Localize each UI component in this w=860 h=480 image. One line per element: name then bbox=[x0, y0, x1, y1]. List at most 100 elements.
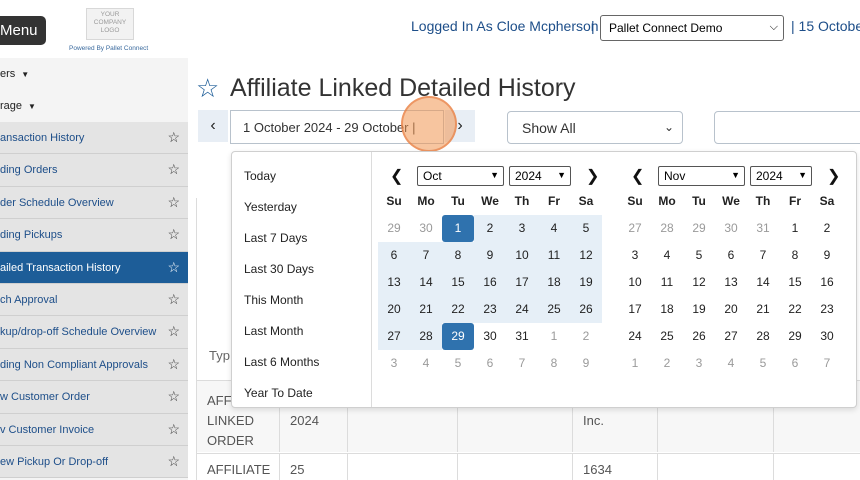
calendar-day[interactable]: 9 bbox=[811, 242, 843, 269]
calendar-day[interactable]: 31 bbox=[747, 215, 779, 242]
calendar-day[interactable]: 29 bbox=[442, 323, 474, 350]
calendar-day[interactable]: 1 bbox=[538, 323, 570, 350]
favourite-star-icon[interactable]: ☆ bbox=[196, 74, 219, 102]
calendar-day[interactable]: 23 bbox=[811, 296, 843, 323]
calendar-day[interactable]: 11 bbox=[538, 242, 570, 269]
calendar-day[interactable]: 10 bbox=[506, 242, 538, 269]
calendar-day[interactable]: 25 bbox=[651, 323, 683, 350]
table-row[interactable]: AFFILIATE 25 1634 bbox=[197, 453, 860, 480]
calendar-day[interactable]: 24 bbox=[506, 296, 538, 323]
year-select[interactable]: 2024 ▼ bbox=[750, 166, 812, 186]
sidebar-section-rage[interactable]: rage ▼ bbox=[0, 90, 188, 122]
next-month-button[interactable]: ❯ bbox=[586, 166, 599, 186]
calendar-day[interactable]: 28 bbox=[410, 323, 442, 350]
preset-range-item[interactable]: Last Month bbox=[244, 324, 303, 338]
month-select[interactable]: Oct ▼ bbox=[417, 166, 504, 186]
calendar-day[interactable]: 14 bbox=[747, 269, 779, 296]
calendar-day[interactable]: 16 bbox=[811, 269, 843, 296]
calendar-day[interactable]: 19 bbox=[570, 269, 602, 296]
star-icon[interactable]: ☆ bbox=[167, 129, 180, 146]
calendar-day[interactable]: 12 bbox=[683, 269, 715, 296]
sidebar-item[interactable]: kup/drop-off Schedule Overview ☆ bbox=[0, 316, 188, 349]
calendar-day[interactable]: 7 bbox=[506, 350, 538, 377]
month-select[interactable]: Nov ▼ bbox=[658, 166, 745, 186]
star-icon[interactable]: ☆ bbox=[167, 323, 180, 340]
calendar-day[interactable]: 29 bbox=[378, 215, 410, 242]
star-icon[interactable]: ☆ bbox=[167, 161, 180, 178]
calendar-day[interactable]: 6 bbox=[474, 350, 506, 377]
filter-select[interactable]: Show All ⌄ bbox=[507, 111, 683, 144]
calendar-day[interactable]: 21 bbox=[410, 296, 442, 323]
calendar-day[interactable]: 30 bbox=[811, 323, 843, 350]
calendar-day[interactable]: 10 bbox=[619, 269, 651, 296]
calendar-day[interactable]: 11 bbox=[651, 269, 683, 296]
year-select[interactable]: 2024 ▼ bbox=[509, 166, 571, 186]
organisation-select[interactable]: Pallet Connect Demo ⌵ bbox=[600, 15, 784, 41]
calendar-day[interactable]: 26 bbox=[570, 296, 602, 323]
sidebar-item[interactable]: ding Non Compliant Approvals ☆ bbox=[0, 348, 188, 382]
sidebar-item[interactable]: ding Orders ☆ bbox=[0, 154, 188, 187]
calendar-day[interactable]: 30 bbox=[715, 215, 747, 242]
star-icon[interactable]: ☆ bbox=[167, 421, 180, 438]
star-icon[interactable]: ☆ bbox=[167, 453, 180, 470]
calendar-day[interactable]: 30 bbox=[410, 215, 442, 242]
calendar-day[interactable]: 16 bbox=[474, 269, 506, 296]
sidebar-section-ers[interactable]: ers ▼ bbox=[0, 58, 188, 90]
calendar-day[interactable]: 22 bbox=[442, 296, 474, 323]
search-input[interactable] bbox=[714, 111, 860, 144]
calendar-day[interactable]: 4 bbox=[410, 350, 442, 377]
star-icon[interactable]: ☆ bbox=[167, 291, 180, 308]
calendar-day[interactable]: 4 bbox=[651, 242, 683, 269]
menu-button[interactable]: Menu bbox=[0, 16, 46, 45]
calendar-day[interactable]: 2 bbox=[570, 323, 602, 350]
calendar-day[interactable]: 15 bbox=[442, 269, 474, 296]
calendar-day[interactable]: 27 bbox=[715, 323, 747, 350]
calendar-day[interactable]: 6 bbox=[715, 242, 747, 269]
sidebar-item[interactable]: w Customer Order ☆ bbox=[0, 381, 188, 414]
sidebar-item[interactable]: ew Pickup Or Drop-off ☆ bbox=[0, 445, 188, 479]
calendar-day[interactable]: 18 bbox=[538, 269, 570, 296]
star-icon[interactable]: ☆ bbox=[167, 194, 180, 211]
sidebar-item[interactable]: ailed Transaction History ☆ bbox=[0, 251, 188, 284]
calendar-day[interactable]: 18 bbox=[651, 296, 683, 323]
calendar-day[interactable]: 29 bbox=[779, 323, 811, 350]
calendar-day[interactable]: 7 bbox=[811, 350, 843, 377]
calendar-day[interactable]: 31 bbox=[506, 323, 538, 350]
sidebar-item[interactable]: ding Pickups ☆ bbox=[0, 219, 188, 252]
calendar-day[interactable]: 2 bbox=[651, 350, 683, 377]
calendar-day[interactable]: 5 bbox=[683, 242, 715, 269]
calendar-day[interactable]: 3 bbox=[378, 350, 410, 377]
calendar-day[interactable]: 7 bbox=[410, 242, 442, 269]
calendar-day[interactable]: 5 bbox=[570, 215, 602, 242]
calendar-day[interactable]: 27 bbox=[619, 215, 651, 242]
previous-month-button[interactable]: ❮ bbox=[390, 166, 403, 186]
calendar-day[interactable]: 9 bbox=[474, 242, 506, 269]
calendar-day[interactable]: 27 bbox=[378, 323, 410, 350]
calendar-day[interactable]: 22 bbox=[779, 296, 811, 323]
calendar-day[interactable]: 4 bbox=[538, 215, 570, 242]
calendar-day[interactable]: 9 bbox=[570, 350, 602, 377]
star-icon[interactable]: ☆ bbox=[167, 226, 180, 243]
logged-in-user[interactable]: Logged In As Cloe Mcpherson bbox=[411, 18, 599, 34]
calendar-day[interactable]: 17 bbox=[506, 269, 538, 296]
previous-month-button[interactable]: ❮ bbox=[631, 166, 644, 186]
preset-range-item[interactable]: Last 30 Days bbox=[244, 262, 314, 276]
preset-range-item[interactable]: Year To Date bbox=[244, 386, 313, 400]
calendar-day[interactable]: 14 bbox=[410, 269, 442, 296]
calendar-day[interactable]: 4 bbox=[715, 350, 747, 377]
calendar-day[interactable]: 15 bbox=[779, 269, 811, 296]
calendar-day[interactable]: 6 bbox=[779, 350, 811, 377]
star-icon[interactable]: ☆ bbox=[167, 388, 180, 405]
calendar-day[interactable]: 20 bbox=[715, 296, 747, 323]
calendar-day[interactable]: 2 bbox=[811, 215, 843, 242]
calendar-day[interactable]: 5 bbox=[747, 350, 779, 377]
preset-range-item[interactable]: Last 7 Days bbox=[244, 231, 307, 245]
calendar-day[interactable]: 6 bbox=[378, 242, 410, 269]
calendar-day[interactable]: 29 bbox=[683, 215, 715, 242]
calendar-day[interactable]: 1 bbox=[619, 350, 651, 377]
calendar-day[interactable]: 12 bbox=[570, 242, 602, 269]
calendar-day[interactable]: 26 bbox=[683, 323, 715, 350]
next-month-button[interactable]: ❯ bbox=[827, 166, 840, 186]
calendar-day[interactable]: 8 bbox=[779, 242, 811, 269]
calendar-day[interactable]: 3 bbox=[683, 350, 715, 377]
